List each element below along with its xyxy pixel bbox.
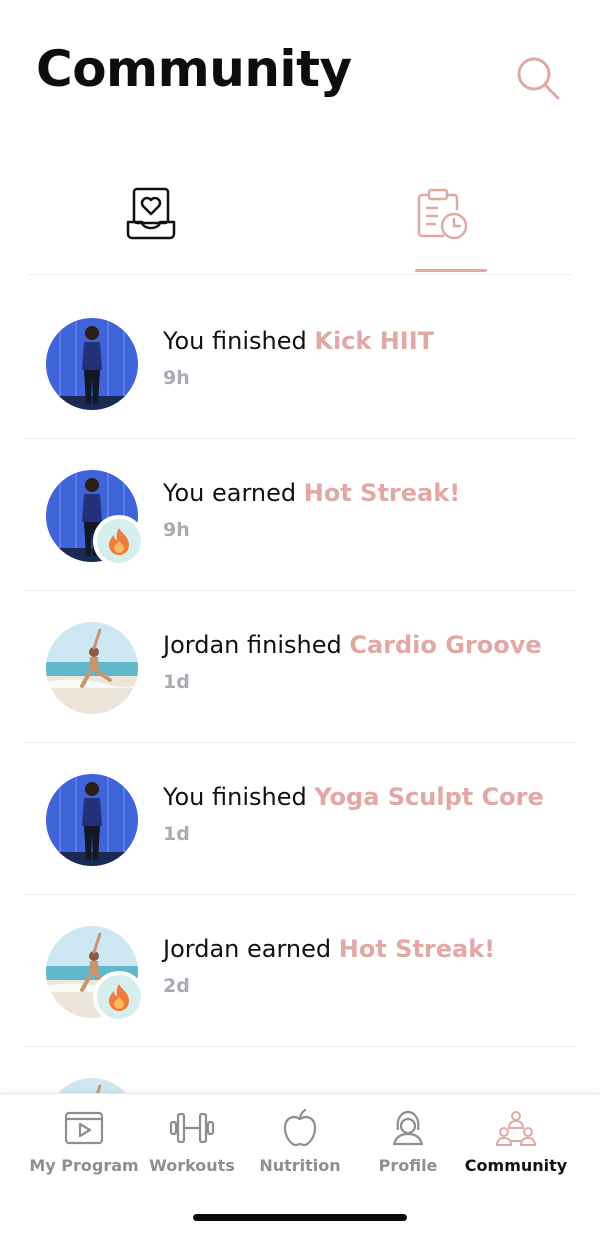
tab-label: Workouts [149, 1156, 235, 1175]
list-item[interactable]: You earned Hot Streak! 9h [24, 439, 576, 591]
search-button[interactable] [514, 54, 562, 102]
activity-highlight[interactable]: Kick HIIT [314, 327, 434, 355]
activity-highlight[interactable]: Yoga Sculpt Core [314, 783, 543, 811]
header: Community [0, 0, 600, 150]
activity-time: 9h [163, 367, 190, 389]
tab-label: Nutrition [259, 1156, 341, 1175]
activity-text: You finished Kick HIIT [163, 327, 435, 355]
dumbbell-icon [169, 1112, 215, 1144]
streak-badge [93, 515, 145, 567]
tab-community[interactable]: Community [456, 1108, 576, 1188]
home-indicator[interactable] [193, 1214, 407, 1221]
bottom-tab-bar: My Program Workouts Nutrition Profile Co… [0, 1093, 600, 1233]
tab-profile[interactable]: Profile [348, 1108, 468, 1188]
activity-time: 1d [163, 823, 190, 845]
active-tab-indicator [415, 269, 487, 272]
search-icon [517, 57, 560, 100]
community-icon [495, 1111, 537, 1146]
activity-time: 9h [163, 519, 190, 541]
list-item[interactable]: Jordan earned Hot Streak! 2d [24, 895, 576, 1047]
feed-tabs [28, 180, 572, 275]
heart-inbox-icon [126, 187, 176, 240]
streak-badge [93, 971, 145, 1023]
clipboard-clock-icon [417, 188, 468, 240]
activity-time: 2d [163, 975, 190, 997]
tab-label: My Program [29, 1156, 139, 1175]
tab-my-program[interactable]: My Program [24, 1108, 144, 1188]
list-item[interactable]: You finished Kick HIIT 9h [24, 287, 576, 439]
profile-icon [392, 1110, 424, 1146]
play-window-icon [64, 1111, 104, 1145]
fire-icon [109, 984, 129, 1011]
tab-likes[interactable] [96, 180, 206, 274]
activity-highlight[interactable]: Cardio Groove [349, 631, 541, 659]
page-title: Community [36, 40, 352, 98]
activity-text: Jordan earned Hot Streak! [163, 935, 496, 963]
activity-text: Jordan finished Cardio Groove [163, 631, 542, 659]
tab-nutrition[interactable]: Nutrition [240, 1108, 360, 1188]
activity-highlight[interactable]: Hot Streak! [304, 479, 460, 507]
tab-activity[interactable] [388, 180, 498, 274]
activity-text: You finished Yoga Sculpt Core [163, 783, 544, 811]
activity-time: 1d [163, 671, 190, 693]
activity-text: You earned Hot Streak! [163, 479, 461, 507]
activity-highlight[interactable]: Hot Streak! [339, 935, 495, 963]
list-item[interactable]: Jordan finished Cardio Groove 1d [24, 591, 576, 743]
jordan-avatar[interactable] [46, 622, 138, 714]
user-avatar[interactable] [46, 774, 138, 866]
tab-label: Profile [378, 1156, 438, 1175]
user-avatar[interactable] [46, 318, 138, 410]
tab-label: Community [464, 1156, 568, 1175]
apple-icon [283, 1108, 317, 1147]
list-item-partial[interactable] [24, 1047, 576, 1097]
fire-icon [109, 528, 129, 555]
activity-feed: You finished Kick HIIT 9h You earned Hot… [24, 287, 576, 1097]
list-item[interactable]: You finished Yoga Sculpt Core 1d [24, 743, 576, 895]
tab-workouts[interactable]: Workouts [132, 1108, 252, 1188]
